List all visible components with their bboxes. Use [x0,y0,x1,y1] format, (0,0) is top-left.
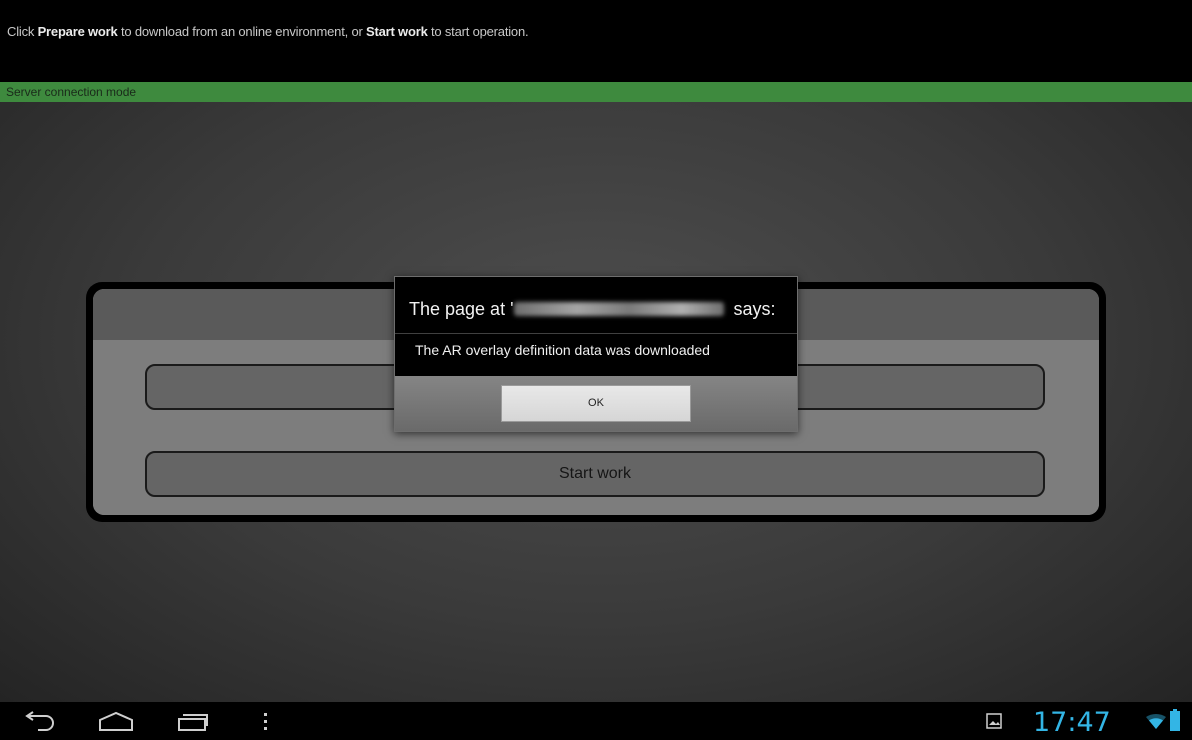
recent-apps-icon[interactable] [172,710,212,732]
home-icon[interactable] [96,710,136,732]
wifi-icon [1146,713,1166,729]
instruction-start-work: Start work [366,24,428,39]
start-work-label: Start work [558,465,631,482]
mode-bar: Server connection mode [0,82,1192,102]
instruction-text: Click Prepare work to download from an o… [7,24,529,39]
ok-button[interactable]: OK [501,385,691,422]
dialog-footer: OK [395,376,797,431]
instruction-prepare-work: Prepare work [37,24,118,39]
screenshot-notification-icon[interactable] [986,713,1002,729]
back-icon[interactable] [20,710,60,732]
screen: Click Prepare work to download from an o… [0,0,1192,740]
status-clock: 17:47 [1033,707,1111,738]
menu-icon[interactable] [246,710,286,732]
instruction-text-part: to download from an online environment, … [117,24,367,39]
mode-label: Server connection mode [6,85,137,99]
dialog-title-suffix: says: [728,299,776,319]
battery-icon [1170,709,1180,731]
instruction-text-part: Click [7,24,38,39]
instruction-text-part: to start operation. [427,24,529,39]
instruction-bar: Click Prepare work to download from an o… [0,0,1192,82]
system-nav-bar: 17:47 [0,702,1192,740]
alert-dialog: The page at ' says: The AR overlay defin… [394,276,798,432]
start-work-button[interactable]: Start work [145,451,1045,497]
redacted-url [513,302,724,316]
dialog-message: The AR overlay definition data was downl… [415,342,710,358]
dialog-divider [395,333,797,334]
dialog-title: The page at ' says: [409,299,776,320]
dialog-title-prefix: The page at ' [409,299,514,319]
